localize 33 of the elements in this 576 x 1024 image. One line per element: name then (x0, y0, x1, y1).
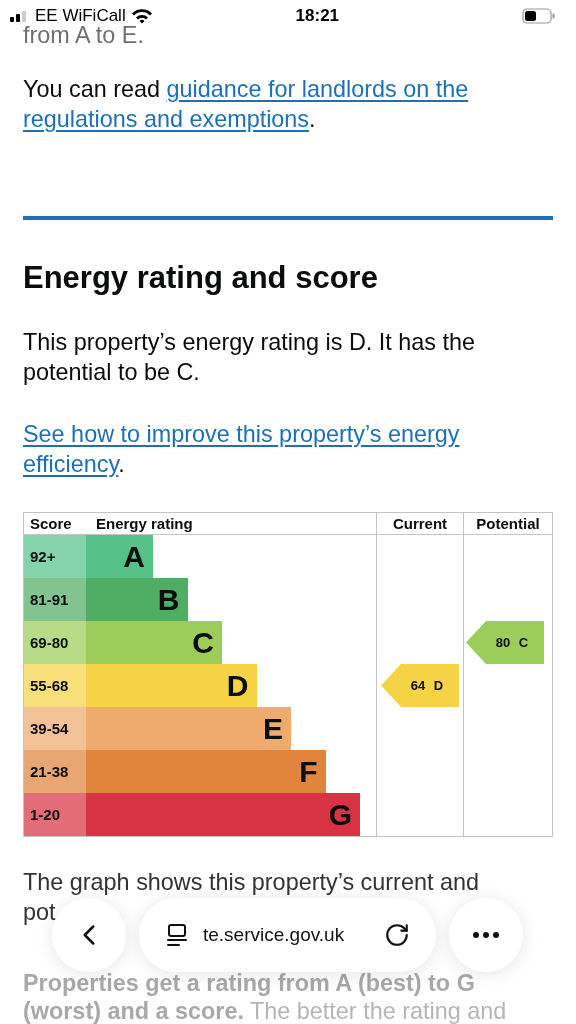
score-cell: 39-54 (24, 707, 86, 750)
more-icon (473, 932, 499, 938)
improve-text: See how to improve this property’s energy efficiency. (23, 420, 460, 479)
battery-icon (522, 8, 556, 24)
guidance-link[interactable]: regulations and exemptions (23, 106, 310, 132)
rating-bar: D (86, 664, 257, 707)
rating-bar: G (86, 793, 360, 836)
column-header: Current (376, 513, 463, 535)
rating-bar: B (86, 578, 188, 621)
clock: 18:21 (295, 6, 341, 26)
wifi-icon (130, 8, 153, 24)
rating-bar: E (86, 707, 291, 750)
rating-bar: C (86, 621, 222, 664)
column-header: Potential (463, 513, 552, 535)
score-cell: 92+ (24, 535, 86, 578)
rating-bar: A (86, 535, 153, 578)
improve-link[interactable]: efficiency (23, 451, 119, 477)
rating-note: Properties get a rating from A (best) to G (worst) and a score. The better the rating and (23, 969, 507, 1024)
rating-description: This property’s energy rating is D. It has the potential to be C. (23, 328, 476, 387)
score-cell: 55-68 (24, 664, 86, 707)
score-cell: 81-91 (24, 578, 86, 621)
guidance-text: You can read guidance for landlords on the regulations and exemptions. (23, 75, 469, 134)
score-cell: 1-20 (24, 793, 86, 836)
rating-bar: F (86, 750, 326, 793)
score-cell: 69-80 (24, 621, 86, 664)
guidance-link[interactable]: guidance for landlords on the (166, 76, 469, 102)
improve-link[interactable]: See how to improve this property’s energy (23, 421, 460, 447)
address-bar[interactable]: te.service.gov.uk (139, 898, 436, 972)
page-menu-icon[interactable] (165, 923, 189, 947)
section-heading: Energy rating and score (23, 259, 378, 297)
url-text: te.service.gov.uk (203, 924, 346, 946)
reload-icon[interactable] (384, 922, 410, 948)
score-cell: 21-38 (24, 750, 86, 793)
